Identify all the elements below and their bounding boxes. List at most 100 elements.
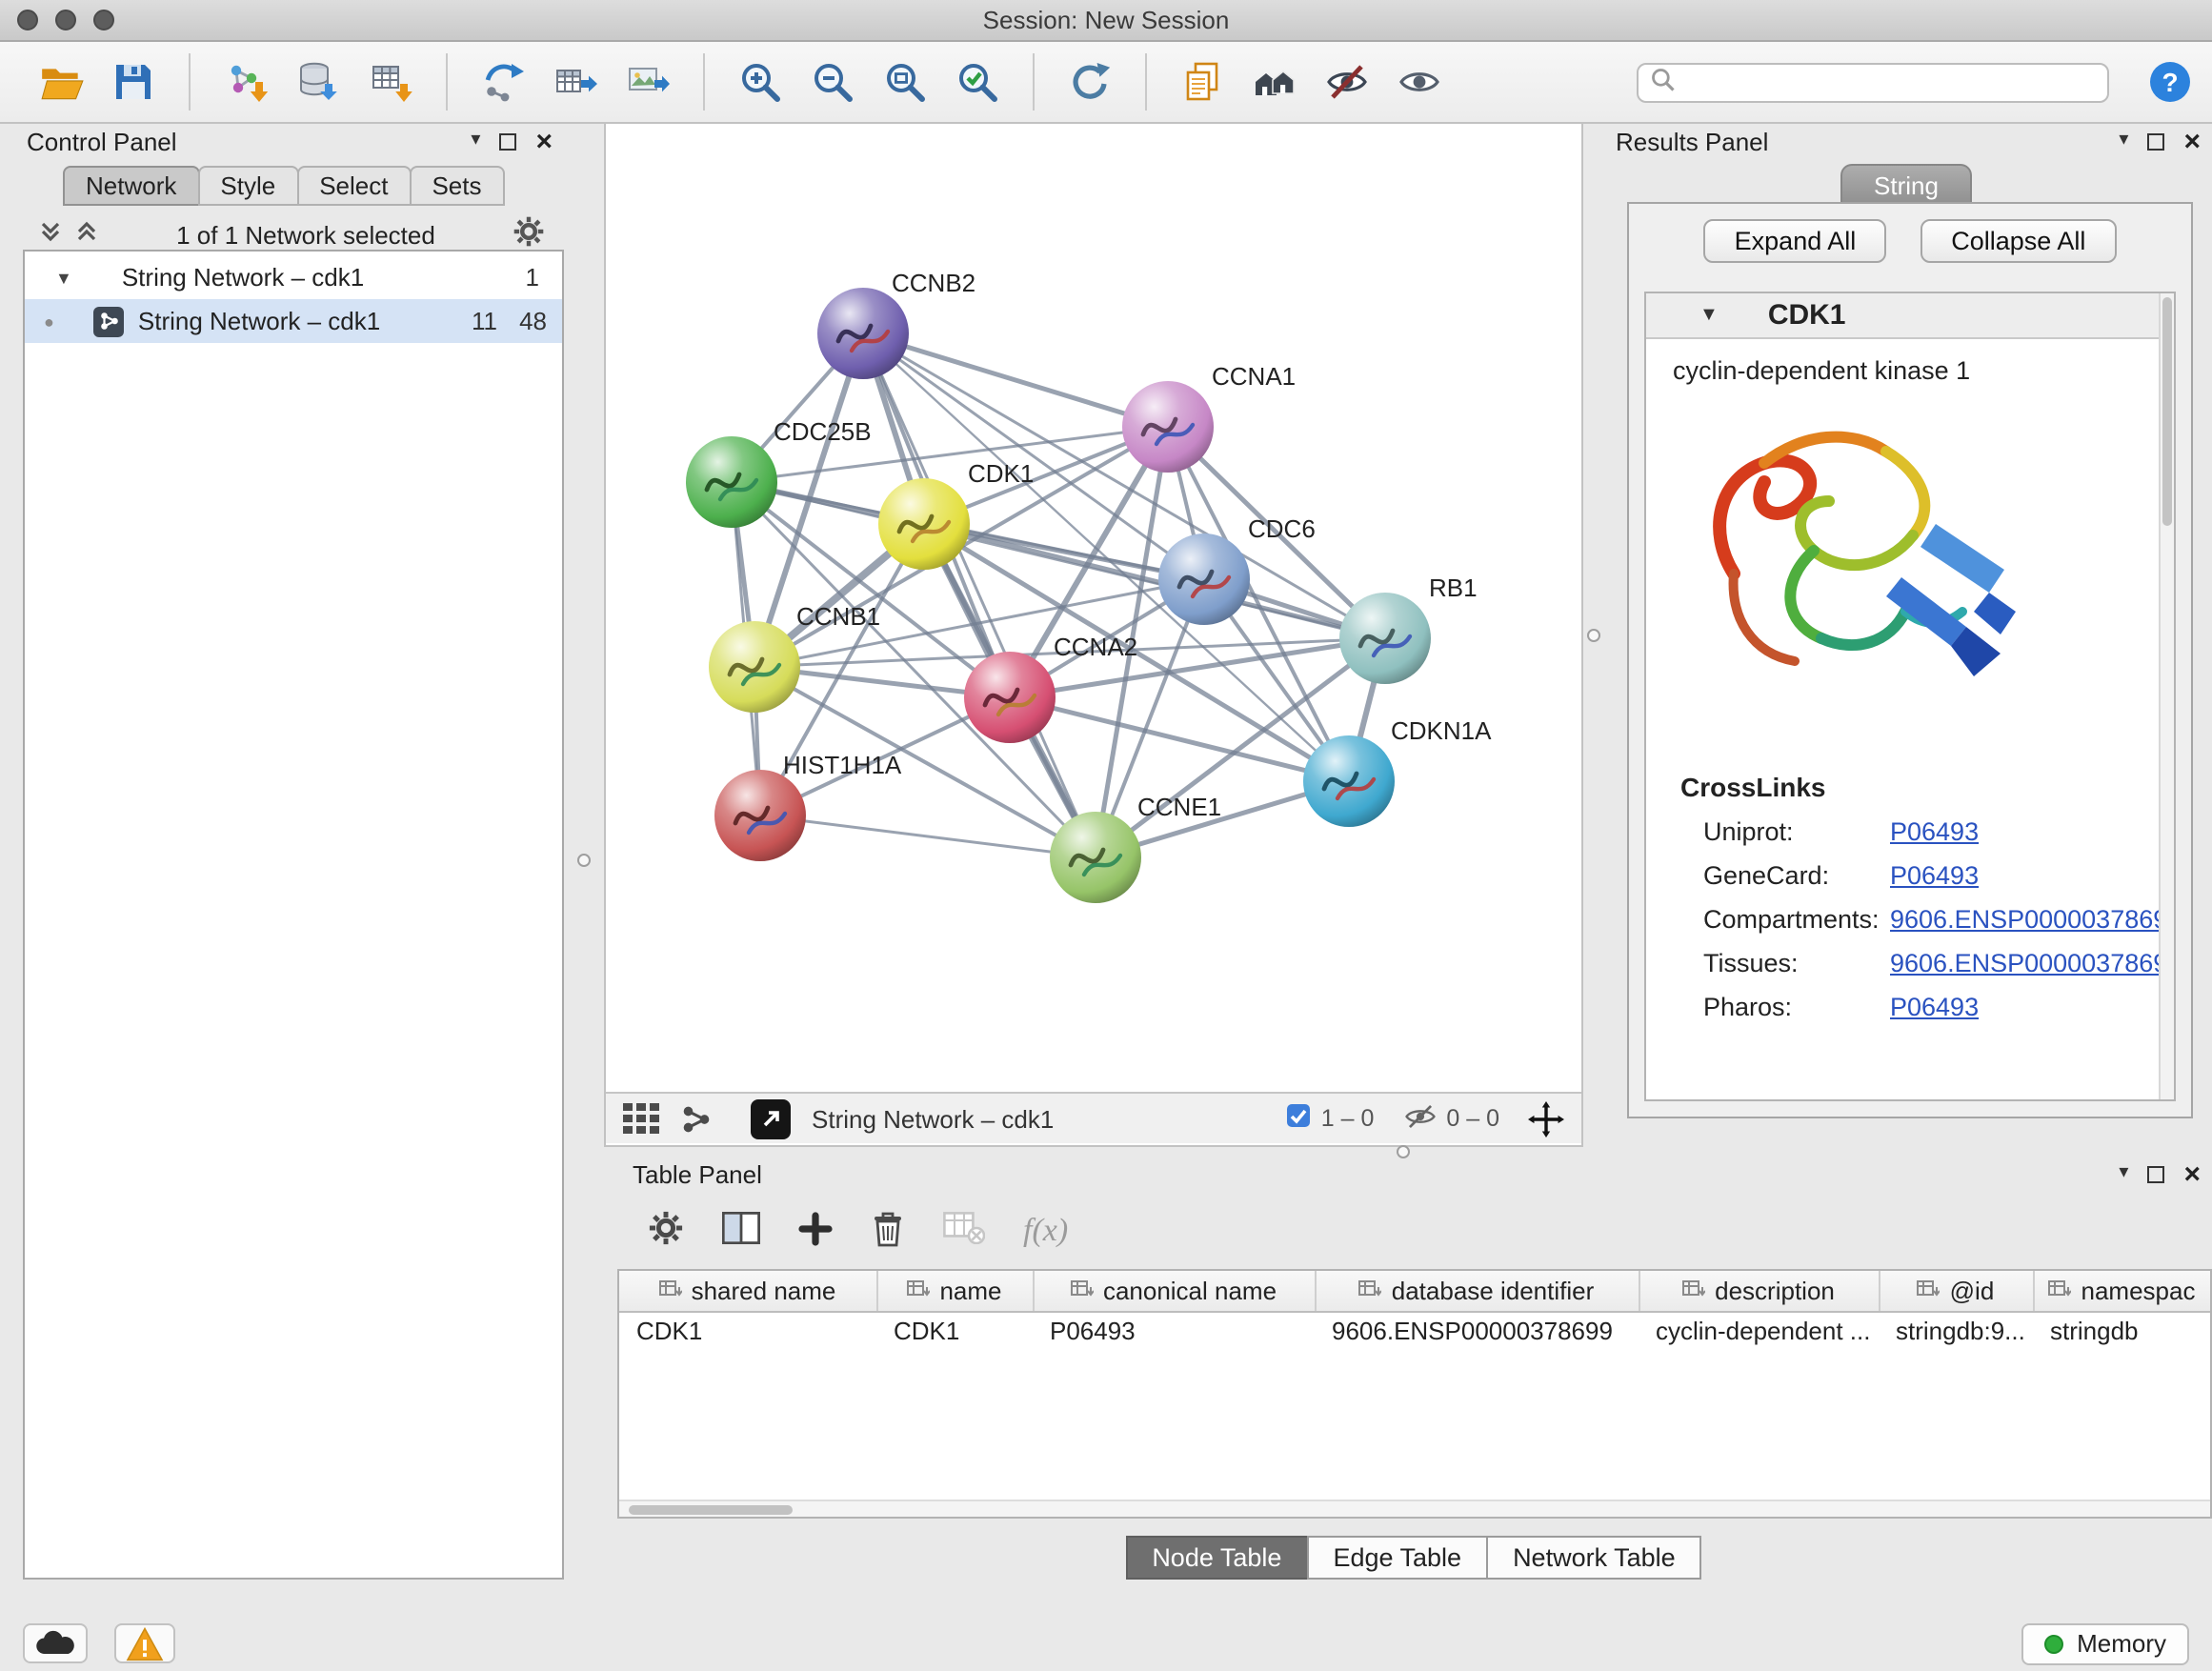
network-canvas[interactable]: CCNB2CCNA1CDC25BCDK1CDC6RB1CCNB1CCNA2CDK… (606, 124, 1581, 1092)
help-icon[interactable]: ? (2147, 59, 2193, 105)
tab-node-table[interactable]: Node Table (1125, 1536, 1308, 1580)
function-builder-icon[interactable]: f(x) (1023, 1212, 1068, 1250)
refresh-view-icon[interactable] (1063, 55, 1116, 109)
float-panel-icon[interactable] (2147, 1165, 2164, 1182)
column-header-database-identifier[interactable]: database identifier (1315, 1271, 1639, 1311)
float-panel-icon[interactable] (2147, 132, 2164, 150)
network-share-icon[interactable] (680, 1102, 713, 1135)
results-scrollbar-thumb[interactable] (2162, 297, 2172, 526)
node-label-CDKN1A: CDKN1A (1391, 716, 1492, 745)
cell-name[interactable]: CDK1 (876, 1311, 1033, 1351)
cell-database-identifier[interactable]: 9606.ENSP00000378699 (1315, 1311, 1639, 1351)
panel-menu-icon[interactable]: ▾ (2119, 1164, 2128, 1183)
network-canvas-container[interactable]: CCNB2CCNA1CDC25BCDK1CDC6RB1CCNB1CCNA2CDK… (606, 124, 1581, 1092)
panel-menu-icon[interactable]: ▾ (471, 131, 480, 151)
tab-style[interactable]: Style (197, 166, 298, 206)
collapse-all-button[interactable]: Collapse All (1920, 219, 2116, 263)
pan-crosshair-icon[interactable] (1528, 1100, 1564, 1137)
close-panel-icon[interactable]: × (2183, 127, 2201, 155)
export-network-icon[interactable] (476, 55, 530, 109)
network-node-CCNA1[interactable]: CCNA1 (1122, 362, 1296, 473)
warnings-button[interactable] (114, 1623, 175, 1663)
network-row[interactable]: ● String Network – cdk1 11 48 (25, 299, 562, 343)
memory-button[interactable]: Memory (2021, 1622, 2189, 1664)
network-options-gear-icon[interactable] (513, 215, 545, 253)
zoom-fit-content-icon[interactable] (878, 55, 932, 109)
column-header-canonical-name[interactable]: canonical name (1033, 1271, 1315, 1311)
table-scrollbar-thumb[interactable] (629, 1505, 793, 1515)
column-header-name[interactable]: name (876, 1271, 1033, 1311)
panel-menu-icon[interactable]: ▾ (2119, 131, 2128, 151)
zoom-out-icon[interactable] (806, 55, 859, 109)
cell-description[interactable]: cyclin-dependent ... (1639, 1311, 1879, 1351)
expand-all-button[interactable]: Expand All (1704, 219, 1887, 263)
tab-sets[interactable]: Sets (409, 166, 504, 206)
show-columns-icon[interactable] (722, 1212, 760, 1250)
pharos-link[interactable]: P06493 (1890, 993, 1979, 1021)
uniprot-link[interactable]: P06493 (1890, 817, 1979, 846)
column-header-id[interactable]: @id (1879, 1271, 2033, 1311)
expand-all-tree-icon[interactable] (74, 219, 99, 250)
float-panel-icon[interactable] (499, 132, 516, 150)
zoom-in-icon[interactable] (734, 55, 787, 109)
open-session-icon[interactable] (34, 55, 88, 109)
cell-namespace[interactable]: stringdb (2033, 1311, 2210, 1351)
search-input[interactable] (1686, 68, 2096, 98)
column-header-namespace[interactable]: namespac (2033, 1271, 2210, 1311)
tab-select[interactable]: Select (296, 166, 411, 206)
column-header-shared-name[interactable]: shared name (619, 1271, 876, 1311)
tab-network-table[interactable]: Network Table (1486, 1536, 1702, 1580)
close-window-button[interactable] (17, 10, 38, 30)
genecard-link[interactable]: P06493 (1890, 861, 1979, 890)
cloud-status-button[interactable] (23, 1623, 88, 1663)
tree-disclosure-icon[interactable]: ▼ (55, 268, 72, 287)
results-scrollbar[interactable] (2159, 293, 2174, 1099)
birds-eye-grid-icon[interactable] (623, 1103, 661, 1134)
zoom-selected-icon[interactable] (951, 55, 1004, 109)
table-settings-gear-icon[interactable] (648, 1210, 684, 1252)
hide-selected-icon[interactable] (1320, 55, 1374, 109)
close-panel-icon[interactable]: × (535, 127, 553, 155)
network-node-CDC25B[interactable]: CDC25B (686, 417, 872, 528)
minimize-window-button[interactable] (55, 10, 76, 30)
column-header-description[interactable]: description (1639, 1271, 1879, 1311)
network-node-CDKN1A[interactable]: CDKN1A (1303, 716, 1492, 827)
duplicate-window-icon[interactable] (1176, 55, 1229, 109)
cell-id[interactable]: stringdb:9... (1879, 1311, 2033, 1351)
collapse-all-tree-icon[interactable] (38, 219, 63, 250)
network-node-RB1[interactable]: RB1 (1339, 574, 1478, 684)
import-network-database-icon[interactable] (292, 55, 345, 109)
tab-network[interactable]: Network (63, 166, 199, 206)
network-node-CCNB1[interactable]: CCNB1 (709, 602, 880, 713)
export-image-icon[interactable] (621, 55, 674, 109)
network-node-CDK1[interactable]: CDK1 (878, 459, 1034, 570)
import-table-file-icon[interactable] (364, 55, 417, 109)
tissues-link[interactable]: 9606.ENSP00000378699 (1890, 949, 2176, 977)
import-network-file-icon[interactable] (219, 55, 272, 109)
open-in-new-window-icon[interactable] (751, 1098, 791, 1138)
compartments-link[interactable]: 9606.ENSP00000378699 (1890, 905, 2176, 934)
tab-edge-table[interactable]: Edge Table (1306, 1536, 1488, 1580)
close-panel-icon[interactable]: × (2183, 1159, 2201, 1188)
hidden-eye-slash-icon[interactable] (1404, 1102, 1437, 1135)
search-field[interactable] (1637, 63, 2109, 103)
export-table-icon[interactable] (549, 55, 602, 109)
network-collection-row[interactable]: ▼ String Network – cdk1 1 (25, 255, 562, 299)
show-all-icon[interactable] (1393, 55, 1446, 109)
section-disclosure-icon[interactable]: ▼ (1699, 305, 1719, 326)
save-session-icon[interactable] (107, 55, 160, 109)
cell-shared-name[interactable]: CDK1 (619, 1311, 876, 1351)
selected-checkbox-icon[interactable] (1287, 1103, 1312, 1134)
add-column-icon[interactable] (798, 1211, 833, 1251)
zoom-window-button[interactable] (93, 10, 114, 30)
delete-column-icon[interactable] (871, 1209, 905, 1253)
right-splitter-handle[interactable] (1587, 629, 1600, 642)
cell-canonical-name[interactable]: P06493 (1033, 1311, 1315, 1351)
tab-string[interactable]: String (1840, 164, 1973, 206)
neighbors-icon[interactable] (1248, 55, 1301, 109)
gene-section-header[interactable]: ▼ CDK1 (1646, 293, 2174, 339)
table-horizontal-scrollbar[interactable] (619, 1500, 2210, 1517)
left-splitter-handle[interactable] (577, 854, 591, 867)
table-row[interactable]: CDK1 CDK1 P06493 9606.ENSP00000378699 cy… (619, 1311, 2210, 1351)
network-node-HIST1H1A[interactable]: HIST1H1A (714, 751, 902, 861)
